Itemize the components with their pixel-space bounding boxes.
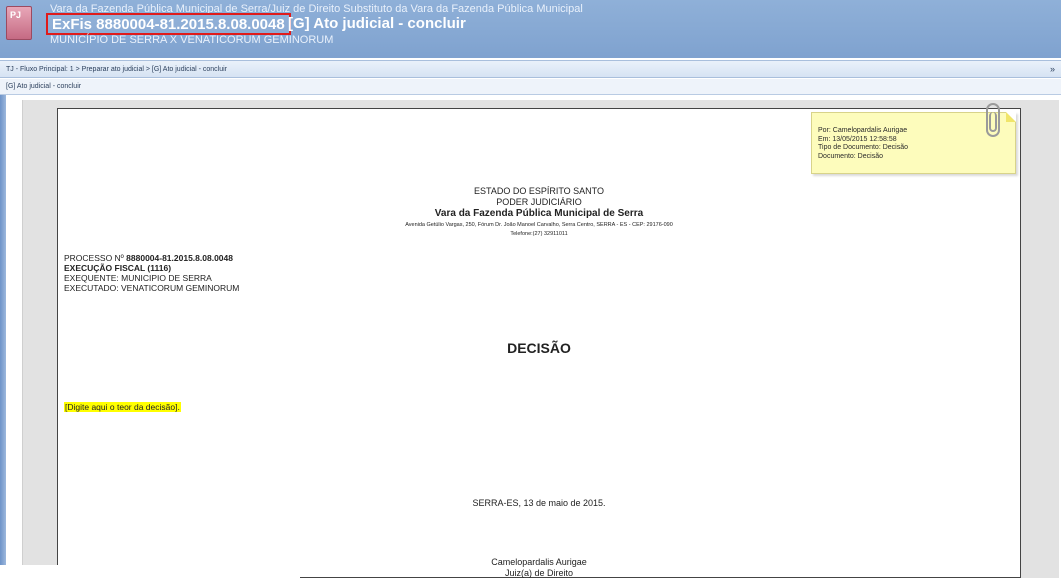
place-date: SERRA-ES, 13 de maio de 2015. [472,498,606,508]
decision-placeholder[interactable]: [Digite aqui o teor da decisão]. [64,402,181,412]
court-address: Avenida Getúlio Vargas, 250, Fórum Dr. J… [405,222,673,228]
breadcrumb-text[interactable]: TJ - Fluxo Principal: 1 > Preparar ato j… [6,66,227,73]
exequente-line: EXEQUENTE: MUNICIPIO DE SERRA [64,273,212,283]
process-number[interactable]: ExFis 8880004-81.2015.8.08.0048 [52,16,285,33]
decision-title: DECISÃO [507,340,571,356]
court-phone: Telefone:(27) 32911011 [510,231,568,237]
note-date: Em: 13/05/2015 12:58:58 [818,135,897,143]
note-doc-type: Tipo de Documento: Decisão [818,144,909,151]
process-label: PROCESSO Nº [64,253,127,263]
breadcrumb: TJ - Fluxo Principal: 1 > Preparar ato j… [0,60,1061,78]
side-rail [0,95,6,578]
executado-line: EXECUTADO: VENATICORUM GEMINORUM [64,283,240,293]
sticky-fold-icon [1006,112,1016,122]
task-title: [G] Ato judicial - concluir [288,15,466,32]
process-value: 8880004-81.2015.8.08.0048 [126,253,233,263]
process-number-highlight: ExFis 8880004-81.2015.8.08.0048 [46,13,291,35]
judiciary-name: PODER JUDICIÁRIO [496,197,582,207]
state-name: ESTADO DO ESPÍRITO SANTO [473,186,605,196]
bottom-blank [0,565,300,578]
process-line: PROCESSO Nº 8880004-81.2015.8.08.0048 [64,253,233,263]
task-bar: [G] Ato judicial - concluir [0,79,1061,95]
collapse-icon[interactable]: » [1050,64,1055,74]
parties-line: MUNICÍPIO DE SERRA X VENATICORUM GEMINOR… [50,34,334,46]
case-folder-icon: PJ [6,6,32,40]
process-header: PJ Vara da Fazenda Pública Municipal de … [0,0,1061,58]
court-name: Vara da Fazenda Pública Municipal de Ser… [434,208,644,219]
class-line: EXECUÇÃO FISCAL (1116) [64,263,172,273]
paperclip-inner-icon [989,112,997,132]
task-bar-label: [G] Ato judicial - concluir [6,83,82,90]
note-document: Documento: Decisão [818,152,883,160]
